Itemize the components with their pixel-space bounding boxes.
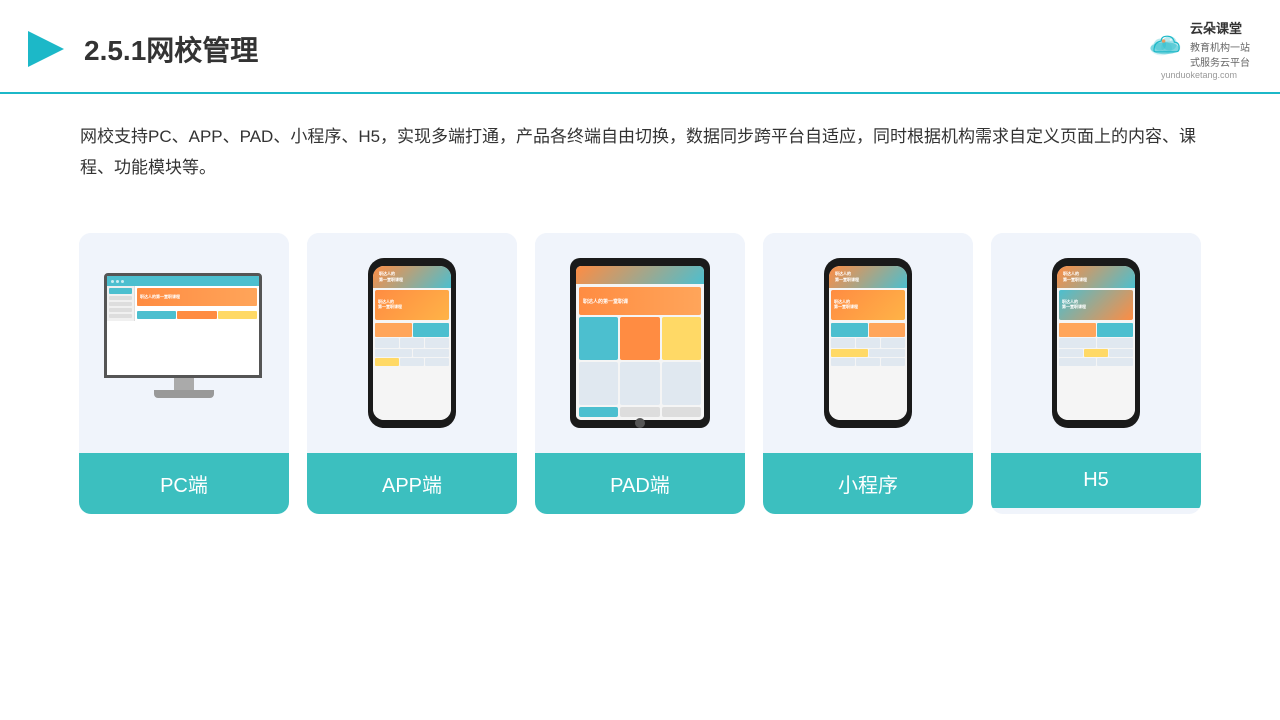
h5-mockup: 职达人的 第一堂职课程 职达人的第一堂职课程 (1052, 258, 1140, 428)
card-image-h5: 职达人的 第一堂职课程 职达人的第一堂职课程 (991, 233, 1201, 453)
description: 网校支持PC、APP、PAD、小程序、H5，实现多端打通，产品各终端自由切换，数… (0, 94, 1280, 193)
card-image-app: 职达人的 第一堂职课程 职达人的第一堂职课程 (307, 233, 517, 453)
card-label-pad: PAD端 (535, 453, 745, 514)
card-image-pad: 职达人的第一堂职课 (535, 233, 745, 453)
card-image-miniapp: 职达人的 第一堂职课程 职达人的第一堂职课程 (763, 233, 973, 453)
card-label-miniapp: 小程序 (763, 453, 973, 514)
logo-cloud: 云朵课堂 教育机构一站式服务云平台 (1148, 18, 1250, 69)
cloud-icon (1148, 31, 1184, 57)
card-miniapp: 职达人的 第一堂职课程 职达人的第一堂职课程 (763, 233, 973, 514)
card-label-pc: PC端 (79, 453, 289, 514)
miniapp-mockup: 职达人的 第一堂职课程 职达人的第一堂职课程 (824, 258, 912, 428)
card-pc: 职达人的第一堂职课程 (79, 233, 289, 514)
card-label-h5: H5 (991, 453, 1201, 508)
cards-container: 职达人的第一堂职课程 (0, 203, 1280, 514)
description-text: 网校支持PC、APP、PAD、小程序、H5，实现多端打通，产品各终端自由切换，数… (80, 122, 1200, 183)
page-title: 2.5.1网校管理 (84, 29, 258, 69)
card-app: 职达人的 第一堂职课程 职达人的第一堂职课程 (307, 233, 517, 514)
header: 2.5.1网校管理 云朵课堂 教育机构一站式服务云平台 yunduoketan (0, 0, 1280, 94)
pc-mockup: 职达人的第一堂职课程 (104, 273, 264, 413)
card-h5: 职达人的 第一堂职课程 职达人的第一堂职课程 (991, 233, 1201, 514)
pad-mockup: 职达人的第一堂职课 (570, 258, 710, 428)
logo-name: 云朵课堂 (1190, 18, 1250, 37)
card-pad: 职达人的第一堂职课 (535, 233, 745, 514)
card-image-pc: 职达人的第一堂职课程 (79, 233, 289, 453)
app-mockup: 职达人的 第一堂职课程 职达人的第一堂职课程 (368, 258, 456, 428)
play-icon (20, 25, 68, 73)
logo-url: yunduoketang.com (1161, 70, 1237, 80)
logo-tagline: 教育机构一站式服务云平台 (1190, 39, 1250, 69)
header-left: 2.5.1网校管理 (20, 25, 258, 73)
logo-area: 云朵课堂 教育机构一站式服务云平台 yunduoketang.com (1148, 18, 1250, 80)
card-label-app: APP端 (307, 453, 517, 514)
